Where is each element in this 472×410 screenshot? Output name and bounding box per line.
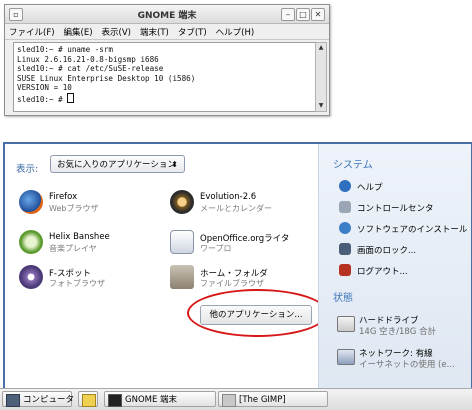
app-desc: Webブラウザ [49,204,99,213]
app-desc: ファイルブラウザ [200,279,264,288]
terminal-menubar: ファイル(F) 編集(E) 表示(V) 端末(T) タブ(T) ヘルプ(H) [5,24,329,40]
close-icon[interactable]: ✕ [311,8,325,21]
terminal-line: SUSE Linux Enterprise Desktop 10 (i586) [17,73,196,83]
taskbar: コンピュータ GNOME 端末 [The GIMP] [0,388,472,410]
banshee-icon [19,230,43,254]
logout-icon [339,264,351,276]
app-name: Helix Banshee [49,232,110,242]
desktop: ▫ GNOME 端末 – □ ✕ ファイル(F) 編集(E) 表示(V) 端末(… [0,0,472,136]
taskbar-item-label: [The GIMP] [239,395,286,405]
maximize-icon[interactable]: □ [296,8,310,21]
system-item-label: ログアウト... [357,267,408,277]
app-desc: ワープロ [200,244,232,253]
system-item-label: ヘルプ [357,183,383,193]
control-center-icon [339,201,351,213]
f-spot-icon [19,265,43,289]
taskbar-item-terminal[interactable]: GNOME 端末 [104,391,216,407]
filter-dropdown[interactable]: お気に入りのアプリケーション ⬍ [50,155,185,173]
app-name: Firefox [49,192,78,202]
show-desktop-button[interactable] [78,391,98,407]
computer-label: コンピュータ [23,395,75,405]
status-heading: 状態 [333,293,353,304]
help-icon [339,180,351,192]
app-desc: メールとカレンダー [200,204,272,213]
terminal-output[interactable]: sled10:~ # uname -srm Linux 2.6.16.21-0.8… [13,42,317,112]
menu-help[interactable]: ヘルプ(H) [216,26,255,38]
menu-edit[interactable]: 編集(E) [64,26,93,38]
taskbar-item-label: GNOME 端末 [125,395,178,405]
updown-arrow-icon: ⬍ [171,160,178,169]
firefox-icon [19,190,43,214]
home-folder-icon [170,265,194,289]
system-item-label: コントロールセンタ [357,204,434,214]
hard-drive-icon [337,316,355,332]
app-desc: フォトブラウザ [49,279,105,288]
scroll-up-icon[interactable]: ▲ [316,43,326,53]
highlight-circle [187,289,328,337]
terminal-cursor [67,92,75,103]
terminal-prompt: sled10:~ # [17,94,68,104]
terminal-line: VERSION = 10 [17,83,72,93]
terminal-icon [108,394,122,407]
filter-label: 表示: [16,164,39,175]
menu-file[interactable]: ファイル(F) [9,26,55,38]
terminal-line: sled10:~ # uname -srm [17,45,114,54]
terminal-line: sled10:~ # cat /etc/SuSE-release [17,64,164,74]
applications-pane: 表示: お気に入りのアプリケーション ⬍ Firefox Webブラウザ Evo… [5,144,328,388]
app-name: Evolution-2.6 [200,192,257,202]
computer-menu-button[interactable]: コンピュータ [2,391,75,407]
install-software-icon [339,222,351,234]
notes-icon [82,394,96,407]
status-detail: イーサネットの使用 (e... [359,360,455,370]
gimp-icon [222,394,236,407]
terminal-window[interactable]: ▫ GNOME 端末 – □ ✕ ファイル(F) 編集(E) 表示(V) 端末(… [4,4,330,116]
minimize-icon[interactable]: – [281,8,295,21]
writer-icon [170,230,194,254]
app-desc: 音楽プレイヤ [49,244,97,253]
main-menu-panel: 表示: お気に入りのアプリケーション ⬍ Firefox Webブラウザ Evo… [3,142,472,390]
network-icon [337,349,355,365]
filter-value: お気に入りのアプリケーション [57,160,176,170]
status-detail: 14G 空き/18G 合計 [359,327,437,337]
taskbar-item-gimp[interactable]: [The GIMP] [218,391,328,407]
system-item-label: ソフトウェアのインストール [357,225,468,235]
computer-icon [6,394,20,407]
terminal-titlebar[interactable]: ▫ GNOME 端末 – □ ✕ [5,5,329,24]
system-pane: システム ヘルプ コントロールセンタ ソフトウェアのインストール 画面のロック.… [318,144,471,388]
terminal-scrollbar[interactable]: ▲ ▼ [315,42,327,112]
system-heading: システム [333,160,373,171]
system-item-label: 画面のロック... [357,246,417,256]
menu-terminal[interactable]: 端末(T) [140,26,169,38]
menu-view[interactable]: 表示(V) [102,26,131,38]
terminal-line: Linux 2.6.16.21-0.8-bigsmp i686 [17,54,159,64]
scroll-down-icon[interactable]: ▼ [316,101,326,111]
lock-screen-icon [339,243,351,255]
menu-tabs[interactable]: タブ(T) [178,26,207,38]
evolution-icon [170,190,194,214]
